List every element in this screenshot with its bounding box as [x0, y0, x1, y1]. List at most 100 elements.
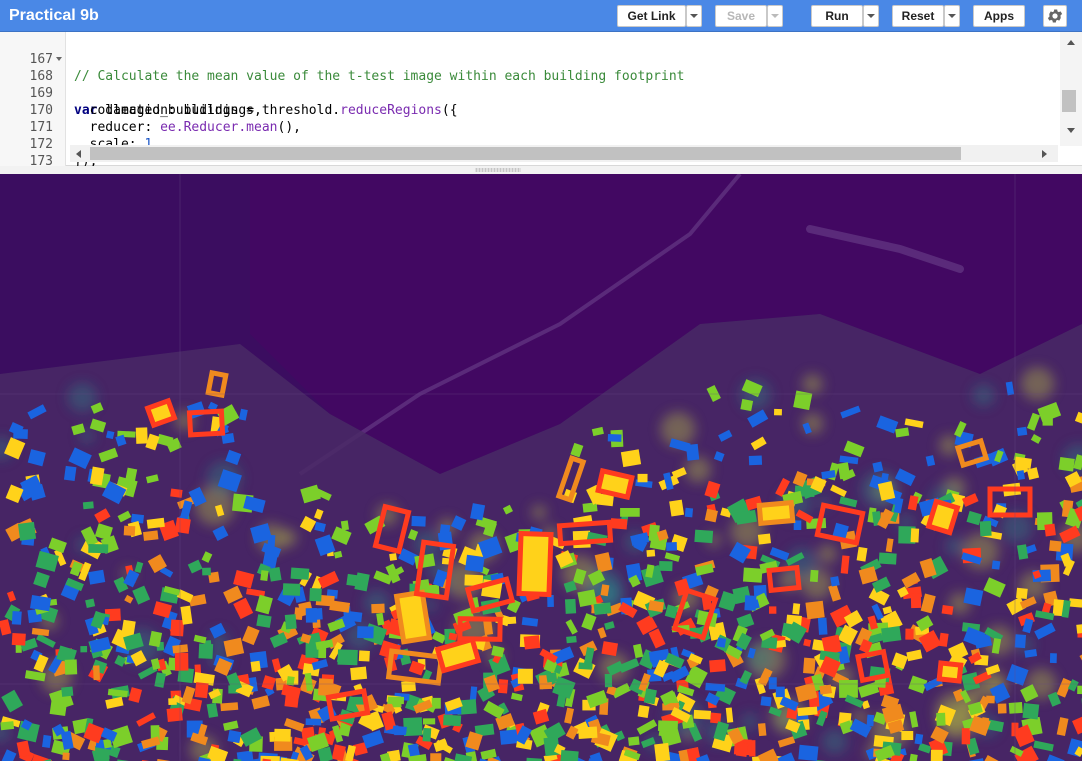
reset-dropdown-icon[interactable] [944, 5, 960, 27]
building-footprint [607, 434, 622, 442]
building-footprint [357, 626, 374, 639]
building-footprint [830, 576, 840, 587]
apps-button[interactable]: Apps [973, 5, 1025, 27]
building-footprint [1049, 540, 1062, 552]
scroll-down-icon[interactable] [1067, 128, 1075, 133]
building-footprint [194, 682, 209, 699]
building-footprint [1068, 598, 1082, 608]
building-footprint [775, 686, 785, 698]
building-footprint [881, 472, 889, 481]
building-footprint [866, 714, 875, 727]
building-footprint [757, 533, 772, 545]
building-footprint [268, 567, 282, 582]
code-line-172: 172 }); [0, 119, 1060, 169]
building-footprint [166, 707, 183, 722]
building-footprint [309, 588, 322, 602]
building-footprint [170, 619, 185, 637]
building-footprint [936, 712, 946, 726]
building-footprint [709, 659, 726, 673]
building-footprint [792, 603, 801, 615]
building-footprint [448, 632, 458, 641]
code-line-170: 170 reducer: ee.Reducer.mean(), [0, 85, 1060, 135]
building-footprint [168, 698, 177, 706]
building-footprint [80, 645, 88, 653]
run-button[interactable]: Run [811, 5, 863, 27]
building-footprint [0, 721, 15, 731]
building-footprint [604, 673, 613, 688]
fold-arrow-icon[interactable] [56, 57, 62, 61]
building-footprint [878, 552, 897, 565]
scroll-thumb[interactable] [1062, 90, 1076, 112]
get-link-dropdown-icon[interactable] [686, 5, 702, 27]
code-editor[interactable]: 167 // Calculate the mean value of the t… [0, 32, 1082, 169]
building-footprint [546, 672, 558, 683]
building-footprint [1016, 470, 1026, 481]
building-footprint [669, 499, 685, 517]
building-footprint [174, 652, 189, 671]
building-footprint [500, 616, 517, 625]
building-footprint [1076, 623, 1082, 634]
building-footprint [991, 560, 1001, 570]
building-footprint [290, 567, 310, 580]
scroll-left-icon[interactable] [76, 150, 81, 158]
building-footprint [469, 686, 478, 701]
building-footprint [523, 635, 541, 650]
building-footprint [979, 520, 992, 537]
building-footprint [805, 600, 825, 620]
script-title: Practical 9b [9, 7, 99, 24]
building-footprint [347, 611, 363, 623]
building-footprint [1058, 456, 1075, 472]
building-footprint [910, 528, 920, 543]
building-footprint [566, 635, 577, 644]
scroll-thumb[interactable] [90, 147, 961, 160]
building-footprint [464, 554, 485, 573]
building-footprint [1008, 702, 1023, 714]
horizontal-scrollbar[interactable] [70, 145, 1058, 162]
scroll-up-icon[interactable] [1067, 40, 1075, 45]
building-footprint [997, 703, 1007, 714]
building-footprint [1022, 702, 1040, 720]
building-footprint [371, 603, 385, 614]
building-footprint [82, 501, 94, 510]
reset-button[interactable]: Reset [892, 5, 944, 27]
building-footprint [282, 583, 301, 596]
building-footprint [1049, 653, 1057, 664]
building-footprint [1077, 685, 1082, 695]
building-footprint [577, 589, 597, 607]
building-footprint [250, 660, 261, 672]
building-footprint [742, 567, 763, 583]
building-footprint [803, 657, 816, 674]
building-footprint [174, 517, 191, 534]
get-link-button[interactable]: Get Link [617, 5, 686, 27]
scroll-right-icon[interactable] [1042, 150, 1047, 158]
building-footprint [809, 569, 819, 583]
building-footprint [318, 678, 334, 697]
building-footprint [768, 677, 777, 690]
building-footprint [620, 507, 640, 517]
building-footprint [403, 717, 423, 737]
building-footprint [411, 515, 426, 527]
building-footprint [1015, 587, 1028, 599]
building-footprint [305, 718, 322, 726]
gear-icon[interactable] [1043, 5, 1067, 27]
building-footprint [170, 488, 183, 498]
panel-splitter[interactable] [0, 166, 1082, 174]
building-footprint [760, 696, 772, 707]
save-dropdown-icon[interactable] [767, 5, 783, 27]
building-footprint [793, 390, 813, 411]
building-footprint [819, 684, 832, 695]
vertical-scrollbar[interactable] [1060, 32, 1082, 146]
building-footprint [905, 628, 914, 640]
building-footprint [135, 427, 148, 444]
run-dropdown-icon[interactable] [863, 5, 879, 27]
building-footprint [578, 726, 598, 739]
building-footprint [684, 507, 694, 518]
drag-handle-icon[interactable] [475, 168, 521, 172]
save-button[interactable]: Save [715, 5, 767, 27]
building-footprint [346, 573, 364, 588]
map-view[interactable] [0, 174, 1082, 761]
building-footprint [654, 742, 671, 761]
building-footprint [227, 730, 242, 744]
building-footprint [735, 742, 749, 757]
building-footprint [350, 666, 368, 681]
